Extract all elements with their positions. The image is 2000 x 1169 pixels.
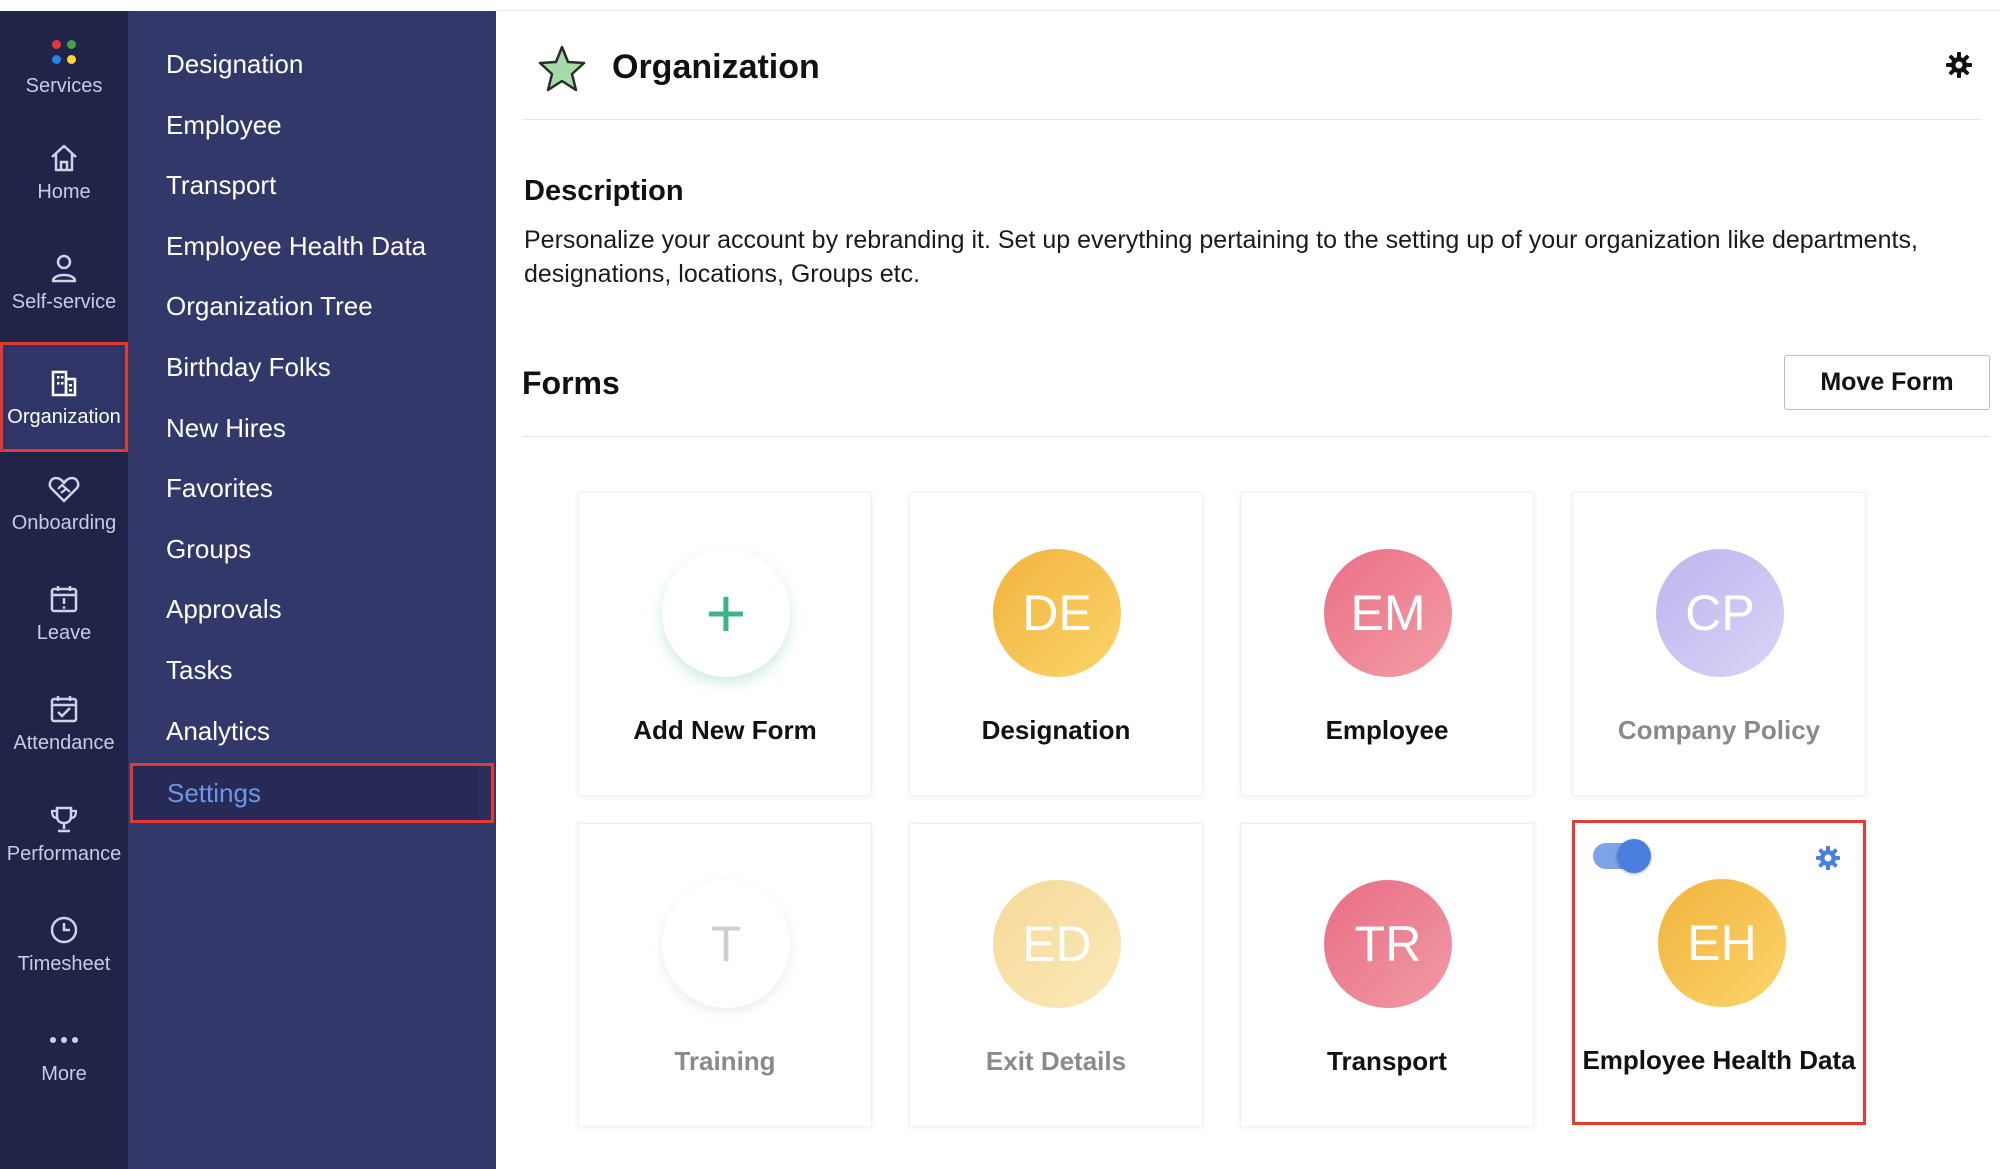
- gear-icon[interactable]: [1944, 50, 1974, 80]
- form-avatar: ED: [993, 880, 1121, 1008]
- form-card-label: Add New Form: [633, 715, 817, 745]
- organization-subnav: Designation Employee Transport Employee …: [128, 11, 496, 1169]
- subnav-item-organization-tree[interactable]: Organization Tree: [166, 286, 373, 326]
- settings-label: Settings: [167, 777, 261, 808]
- form-card-company-policy[interactable]: CP Company Policy: [1572, 492, 1866, 796]
- subnav-item-groups[interactable]: Groups: [166, 529, 251, 569]
- building-icon: [47, 366, 81, 400]
- more-dots-icon: [47, 1023, 81, 1057]
- subnav-item-new-hires[interactable]: New Hires: [166, 408, 286, 448]
- rail-item-organization[interactable]: Organization: [0, 342, 128, 452]
- subnav-item-favorites[interactable]: Favorites: [166, 468, 273, 508]
- forms-divider: [522, 436, 1990, 437]
- toggle-knob: [1617, 839, 1651, 873]
- form-avatar: DE: [993, 549, 1121, 677]
- subnav-item-birthday-folks[interactable]: Birthday Folks: [166, 347, 331, 387]
- rail-label: Organization: [7, 405, 121, 428]
- form-card-employee[interactable]: EM Employee: [1240, 492, 1534, 796]
- calendar-check-icon: [47, 692, 81, 726]
- rail-item-performance[interactable]: Performance: [0, 779, 128, 889]
- subnav-item-analytics[interactable]: Analytics: [166, 711, 270, 751]
- form-card-designation[interactable]: DE Designation: [909, 492, 1203, 796]
- form-avatar: EH: [1658, 879, 1786, 1007]
- description-title: Description: [524, 175, 684, 207]
- gear-icon[interactable]: [1813, 843, 1843, 873]
- forms-title: Forms: [522, 365, 620, 401]
- rail-label: Home: [37, 180, 91, 203]
- form-card-transport[interactable]: TR Transport: [1240, 823, 1534, 1127]
- form-card-label: Training: [674, 1046, 776, 1076]
- move-form-button[interactable]: Move Form: [1784, 355, 1990, 410]
- person-icon: [47, 251, 81, 285]
- rail-item-home[interactable]: Home: [0, 117, 128, 227]
- rail-item-onboarding[interactable]: Onboarding: [0, 448, 128, 558]
- subnav-item-settings[interactable]: Settings: [130, 763, 494, 823]
- subnav-item-approvals[interactable]: Approvals: [166, 589, 282, 629]
- form-card-label: Designation: [981, 715, 1131, 745]
- form-card-label: Employee Health Data: [1582, 1045, 1856, 1075]
- form-avatar: TR: [1324, 880, 1452, 1008]
- rail-label: Self-service: [11, 290, 117, 313]
- icon-rail: Services Home Self-service Organization …: [0, 11, 128, 1169]
- form-card-label: Transport: [1327, 1046, 1447, 1076]
- form-card-exit-details[interactable]: ED Exit Details: [909, 823, 1203, 1127]
- form-card-add-new[interactable]: + Add New Form: [578, 492, 872, 796]
- rail-label: Leave: [36, 621, 92, 644]
- form-avatar: CP: [1656, 549, 1784, 677]
- services-dots-icon: [47, 35, 81, 69]
- calendar-alert-icon: [47, 582, 81, 616]
- rail-label: Attendance: [13, 731, 115, 754]
- main-content: Organization Description Personalize you…: [496, 0, 2000, 1169]
- trophy-icon: [47, 803, 81, 837]
- rail-label: Services: [25, 74, 103, 97]
- home-icon: [47, 141, 81, 175]
- subnav-item-tasks[interactable]: Tasks: [166, 650, 232, 690]
- rail-item-timesheet[interactable]: Timesheet: [0, 889, 128, 999]
- star-icon[interactable]: [534, 42, 590, 98]
- clock-icon: [47, 913, 81, 947]
- form-avatar: EM: [1324, 549, 1452, 677]
- rail-item-services[interactable]: Services: [0, 11, 128, 121]
- rail-label: Performance: [6, 842, 122, 865]
- description-text: Personalize your account by rebranding i…: [524, 226, 1918, 288]
- rail-label: Timesheet: [17, 952, 111, 975]
- subnav-item-employee-health-data[interactable]: Employee Health Data: [166, 226, 426, 266]
- rail-item-more[interactable]: More: [0, 999, 128, 1109]
- plus-icon: +: [662, 549, 790, 677]
- rail-item-self-service[interactable]: Self-service: [0, 227, 128, 337]
- rail-label: Onboarding: [11, 511, 117, 534]
- form-card-employee-health-data[interactable]: EH Employee Health Data: [1572, 820, 1866, 1125]
- form-card-label: Exit Details: [985, 1046, 1127, 1076]
- page-header: Organization: [522, 30, 1982, 120]
- rail-item-leave[interactable]: Leave: [0, 558, 128, 668]
- form-card-label: Employee: [1325, 715, 1449, 745]
- form-enable-toggle[interactable]: [1593, 839, 1651, 873]
- rail-item-attendance[interactable]: Attendance: [0, 668, 128, 778]
- handshake-icon: [47, 472, 81, 506]
- subnav-item-employee[interactable]: Employee: [166, 105, 282, 145]
- subnav-item-designation[interactable]: Designation: [166, 44, 303, 84]
- page-title: Organization: [612, 48, 820, 86]
- rail-label: More: [41, 1062, 87, 1085]
- form-card-label: Company Policy: [1617, 715, 1821, 745]
- form-card-training[interactable]: T Training: [578, 823, 872, 1127]
- form-avatar: T: [662, 880, 790, 1008]
- subnav-item-transport[interactable]: Transport: [166, 165, 276, 205]
- top-divider: [496, 10, 2000, 11]
